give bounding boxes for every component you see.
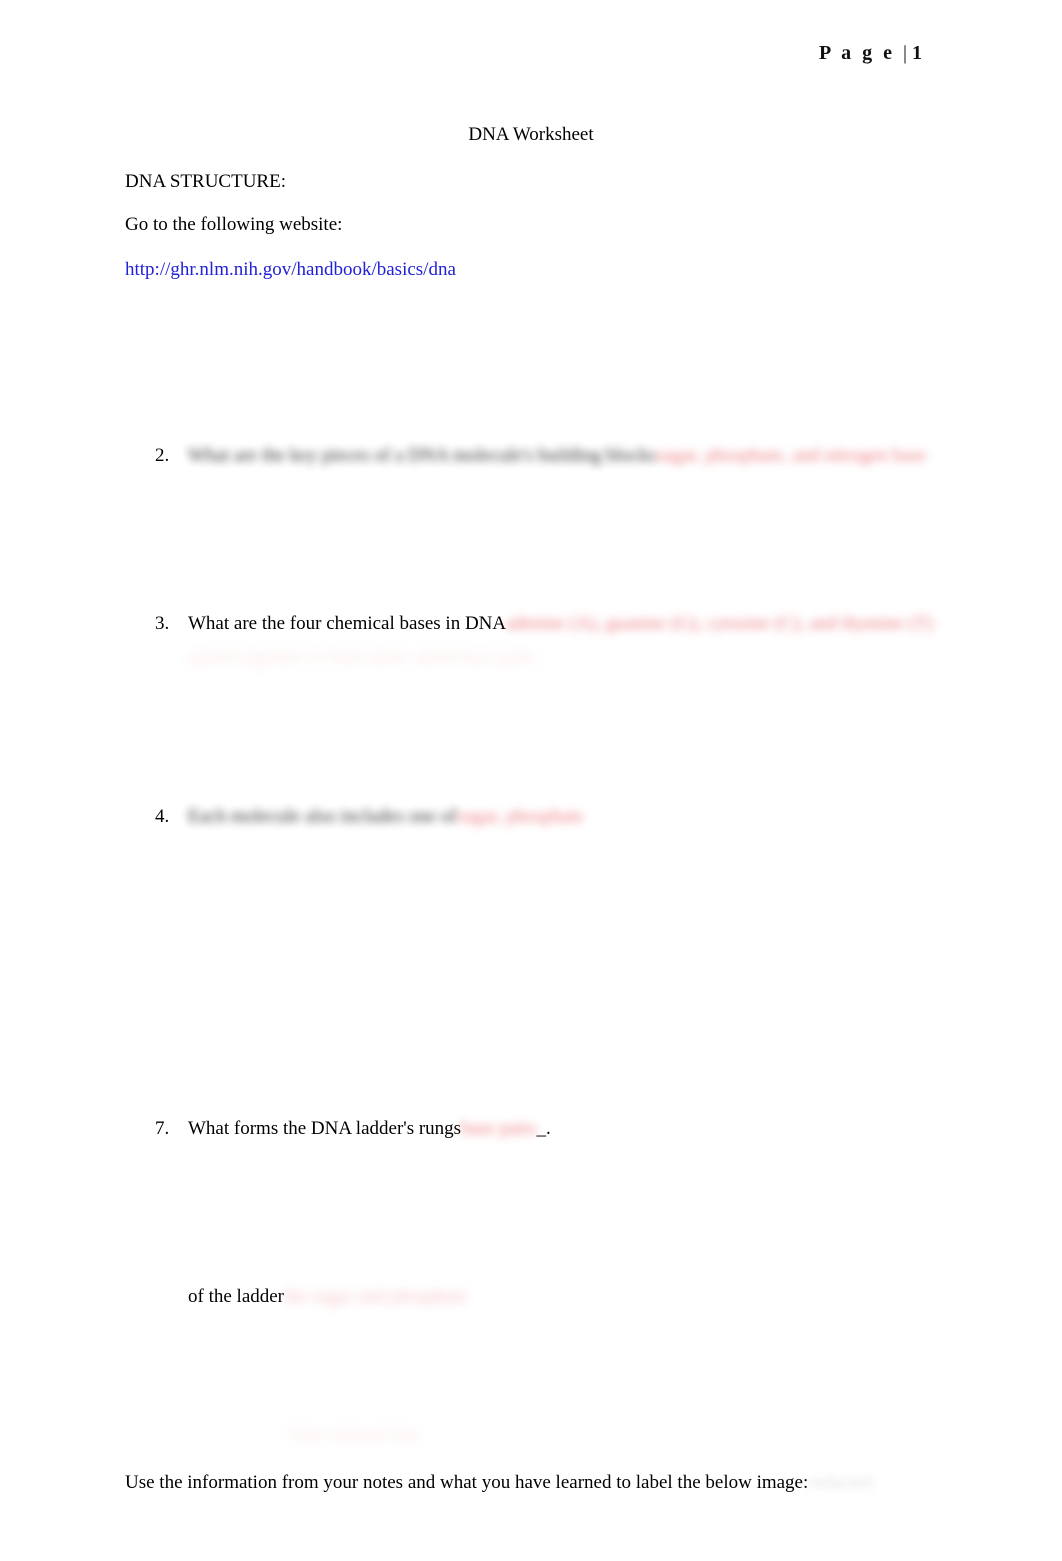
- stray-redaction-mark: faint redacted line: [290, 1424, 420, 1445]
- page-title: DNA Worksheet: [468, 124, 594, 145]
- question-number: 7.: [155, 1118, 170, 1139]
- website-link[interactable]: http://ghr.nlm.nih.gov/handbook/basics/d…: [125, 257, 456, 283]
- stray-mark-text: faint redacted line: [290, 1424, 420, 1444]
- question-item-2: 2. What are the key pieces of a DNA molec…: [155, 443, 926, 469]
- answer-continuation-redacted: paired together to form units called bas…: [188, 647, 536, 668]
- question-number: 2.: [155, 445, 170, 466]
- closing-instruction-text: Use the information from your notes and …: [125, 1472, 809, 1493]
- website-prompt-text: Go to the following website:: [125, 214, 343, 235]
- question-text-redacted: Each molecule also includes one of: [188, 806, 457, 827]
- question-3-continuation: paired together to form units called bas…: [188, 645, 536, 671]
- continuation-answer-redacted: the sugar and phosphate: [284, 1286, 468, 1307]
- question-7-continuation: of the ladderthe sugar and phosphate: [188, 1284, 467, 1310]
- page-number-header: P a g e | 1: [819, 42, 922, 65]
- question-item-3: 3. What are the four chemical bases in DN…: [155, 611, 933, 637]
- question-text: What are the four chemical bases in DNA: [188, 613, 507, 634]
- closing-instruction: Use the information from your notes and …: [125, 1470, 873, 1496]
- section-heading-dna-structure: DNA STRUCTURE:: [125, 171, 286, 192]
- question-item-7: 7. What forms the DNA ladder's rungsbase …: [155, 1116, 551, 1142]
- question-text: What forms the DNA ladder's rungs: [188, 1118, 462, 1139]
- closing-redaction: redacted: [808, 1472, 873, 1493]
- question-number: 3.: [155, 613, 170, 634]
- answer-text-redacted: sugar, phosphate, and nitrogen base: [655, 445, 927, 466]
- answer-text-redacted: base pairs: [461, 1118, 537, 1139]
- question-text-redacted: What are the key pieces of a DNA molecul…: [188, 445, 656, 466]
- worksheet-page: P a g e | 1 DNA Worksheet DNA STRUCTURE:…: [0, 0, 1062, 1561]
- question-item-4: 4. Each molecule also includes one ofsuga…: [155, 804, 583, 830]
- page-header-word: P a g e: [818, 42, 903, 64]
- question-number: 4.: [155, 806, 170, 827]
- page-header-separator: |: [902, 42, 912, 64]
- answer-blank-suffix: _.: [536, 1118, 551, 1139]
- answer-text-redacted: sugar, phosphate: [456, 806, 584, 827]
- continuation-label: of the ladder: [188, 1286, 285, 1307]
- page-header-number: 1: [912, 42, 922, 64]
- answer-text-redacted: adenine (A), guanine (G), cytosine (C), …: [506, 613, 933, 634]
